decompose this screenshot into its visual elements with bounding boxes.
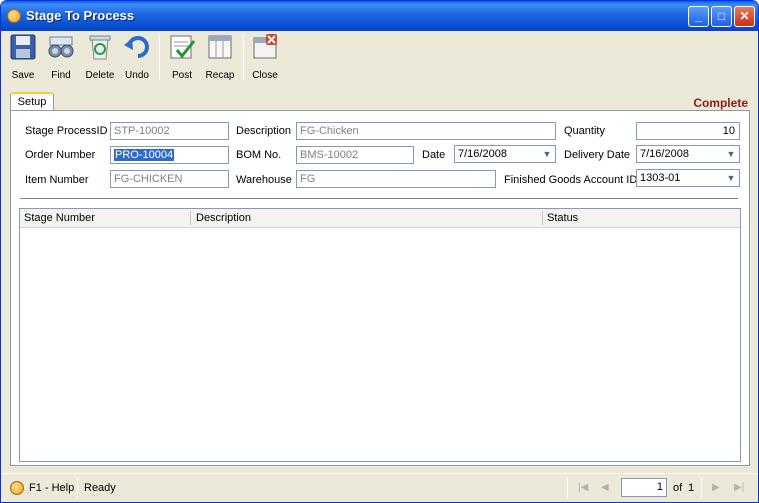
order-number-label: Order Number bbox=[25, 149, 96, 161]
undo-arrow-icon bbox=[124, 36, 149, 58]
description-field[interactable]: FG-Chicken bbox=[296, 122, 556, 140]
tab-setup[interactable]: Setup bbox=[10, 92, 54, 112]
quantity-field[interactable]: 10 bbox=[636, 122, 740, 140]
stage-process-id-field[interactable]: STP-10002 bbox=[110, 122, 229, 140]
bom-no-field[interactable]: BMS-10002 bbox=[296, 146, 414, 164]
app-window: Stage To Process _ □ ✕ Save Find Delete … bbox=[0, 0, 759, 503]
warehouse-field[interactable]: FG bbox=[296, 170, 496, 188]
column-stage-number[interactable]: Stage Number bbox=[24, 212, 95, 224]
save-button[interactable]: Save bbox=[5, 33, 41, 81]
title-bar: Stage To Process _ □ ✕ bbox=[1, 1, 758, 31]
maximize-button[interactable]: □ bbox=[711, 6, 732, 27]
toolbar-separator bbox=[243, 34, 244, 80]
undo-button[interactable]: Undo bbox=[119, 33, 155, 81]
help-hint: F1 - Help bbox=[29, 482, 75, 494]
fg-account-value: 1303-01 bbox=[640, 172, 681, 184]
recap-ledger-icon bbox=[208, 35, 232, 59]
delivery-date-label: Delivery Date bbox=[564, 149, 631, 161]
recycle-bin-icon bbox=[89, 35, 111, 60]
column-description[interactable]: Description bbox=[196, 212, 251, 224]
status-bar: F1 - Help Ready |◀ ◀ 1 of 1 ▶ ▶| bbox=[1, 473, 758, 502]
close-button[interactable]: Close bbox=[247, 33, 283, 81]
find-button[interactable]: Find bbox=[43, 33, 79, 81]
page-number-input[interactable]: 1 bbox=[621, 478, 667, 497]
delete-button[interactable]: Delete bbox=[82, 33, 118, 81]
minimize-button[interactable]: _ bbox=[688, 6, 709, 27]
delivery-date-picker[interactable]: 7/16/2008 ▼ bbox=[636, 145, 740, 163]
bom-no-label: BOM No. bbox=[236, 149, 282, 161]
page-of-label: of bbox=[673, 482, 683, 494]
post-check-icon bbox=[170, 35, 196, 59]
statusbar-separator bbox=[701, 478, 702, 498]
quantity-label: Quantity bbox=[564, 125, 605, 137]
previous-page-icon[interactable]: ◀ bbox=[601, 482, 609, 493]
first-page-icon[interactable]: |◀ bbox=[578, 482, 588, 493]
next-page-icon[interactable]: ▶ bbox=[712, 482, 720, 493]
order-number-field[interactable]: PRO-10004 bbox=[110, 146, 229, 164]
recap-button[interactable]: Recap bbox=[202, 33, 238, 81]
record-status-label: Complete bbox=[693, 96, 748, 110]
binoculars-icon bbox=[48, 36, 74, 58]
divider bbox=[20, 198, 738, 200]
chevron-down-icon[interactable]: ▼ bbox=[724, 171, 738, 185]
status-text: Ready bbox=[84, 482, 116, 494]
total-pages: 1 bbox=[688, 482, 695, 494]
grid-header: Stage Number Description Status bbox=[20, 209, 740, 228]
last-page-icon[interactable]: ▶| bbox=[734, 482, 744, 493]
setup-panel: Stage ProcessID STP-10002 Description FG… bbox=[10, 110, 750, 466]
chevron-down-icon[interactable]: ▼ bbox=[724, 147, 738, 161]
toolbar-separator bbox=[159, 34, 160, 80]
column-divider[interactable] bbox=[542, 211, 543, 225]
stage-grid[interactable]: Stage Number Description Status bbox=[19, 208, 741, 462]
fg-account-select[interactable]: 1303-01 ▼ bbox=[636, 169, 740, 187]
close-form-icon bbox=[253, 34, 277, 59]
order-number-selected-text: PRO-10004 bbox=[114, 149, 175, 161]
fg-account-label: Finished Goods Account ID bbox=[504, 174, 638, 186]
toolbar: Save Find Delete Undo Post Recap Close bbox=[5, 31, 754, 84]
help-icon bbox=[10, 481, 24, 495]
window-title: Stage To Process bbox=[26, 8, 135, 23]
description-label: Description bbox=[236, 125, 292, 137]
item-number-field[interactable]: FG-CHICKEN bbox=[110, 170, 229, 188]
date-picker[interactable]: 7/16/2008 ▼ bbox=[454, 145, 556, 163]
column-divider[interactable] bbox=[190, 211, 191, 225]
warehouse-label: Warehouse bbox=[236, 174, 292, 186]
column-status[interactable]: Status bbox=[547, 212, 578, 224]
close-window-button[interactable]: ✕ bbox=[734, 6, 755, 27]
stage-process-id-label: Stage ProcessID bbox=[25, 125, 108, 137]
statusbar-separator bbox=[567, 478, 568, 498]
delivery-date-value: 7/16/2008 bbox=[640, 148, 689, 160]
app-icon bbox=[7, 9, 21, 23]
statusbar-separator bbox=[77, 478, 78, 498]
tab-bar: Setup Complete bbox=[5, 89, 750, 112]
date-value: 7/16/2008 bbox=[458, 148, 507, 160]
date-label: Date bbox=[422, 149, 446, 161]
post-button[interactable]: Post bbox=[164, 33, 200, 81]
item-number-label: Item Number bbox=[25, 174, 89, 186]
chevron-down-icon[interactable]: ▼ bbox=[540, 147, 554, 161]
floppy-disk-icon bbox=[10, 34, 36, 60]
